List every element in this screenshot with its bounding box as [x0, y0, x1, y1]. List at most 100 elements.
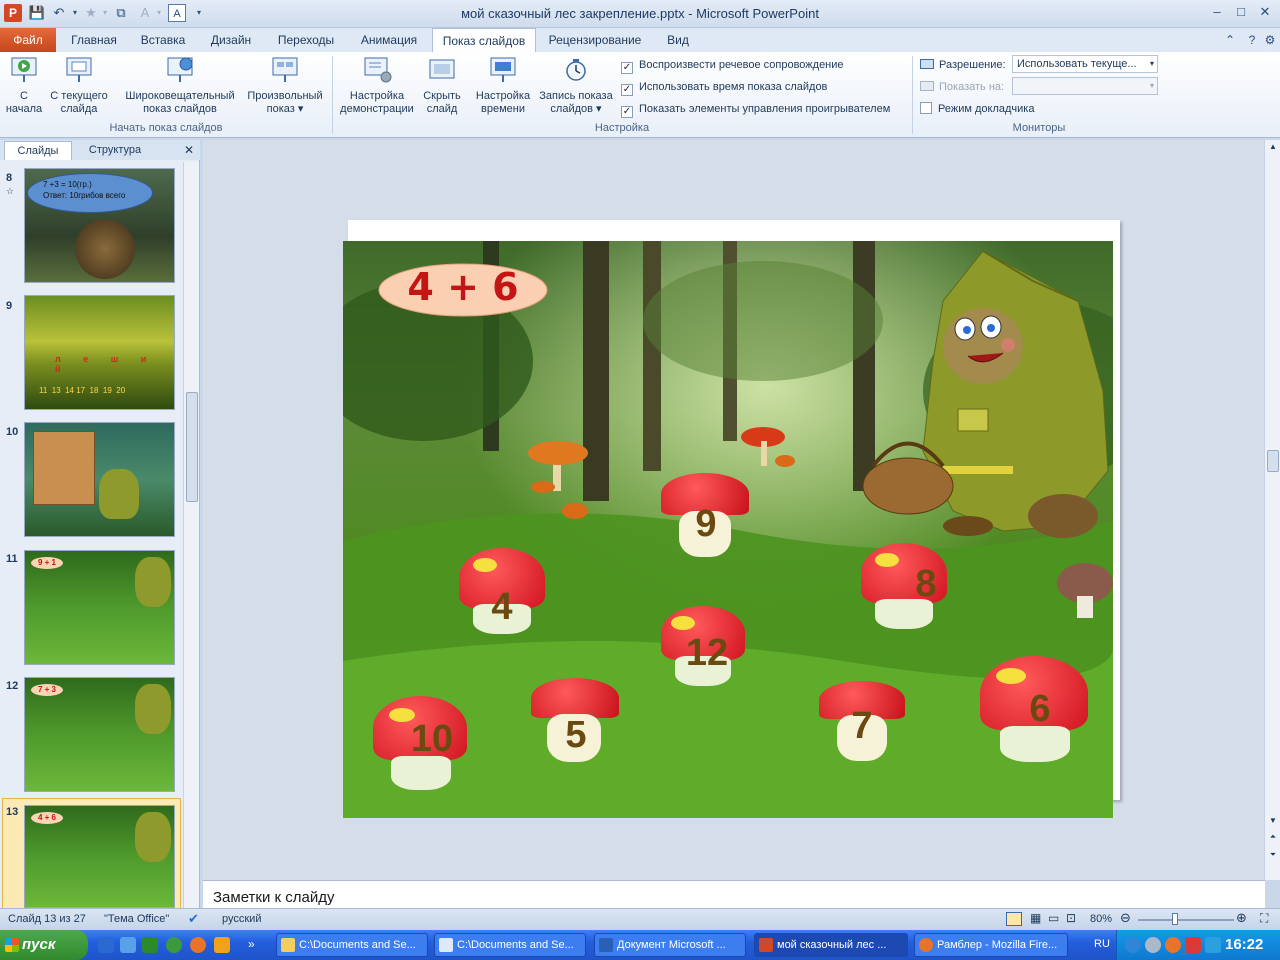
- clock[interactable]: 16:22: [1225, 936, 1263, 953]
- slide-thumbnail-9[interactable]: л е ш и й 11 13 14 17 18 19 20: [24, 295, 175, 410]
- hide-slide-button[interactable]: Скрыть слайд: [418, 54, 466, 116]
- mushroom-8[interactable]: 8: [861, 543, 951, 633]
- tree-app-icon[interactable]: [142, 937, 158, 953]
- language-indicator[interactable]: RU: [1094, 938, 1110, 950]
- tab-slides[interactable]: Слайды: [4, 141, 72, 160]
- presenter-view-label: Режим докладчика: [938, 103, 1035, 115]
- tab-outline[interactable]: Структура: [76, 141, 154, 160]
- slide-number: 13: [6, 806, 19, 818]
- taskbar-app-word[interactable]: Документ Microsoft ...: [594, 933, 746, 957]
- slide-thumbnail-8[interactable]: 7 +3 = 10(гр.) Ответ: 10грибов всего: [24, 168, 175, 283]
- slide-thumbnail-11[interactable]: 9 + 1: [24, 550, 175, 665]
- zoom-in-icon[interactable]: ⊕: [1236, 910, 1247, 926]
- tray-icon[interactable]: [1145, 937, 1161, 953]
- slide-canvas[interactable]: 4 + 6 9 4 8 12 10 5 7 6: [343, 241, 1113, 818]
- taskbar-app-explorer-2[interactable]: C:\Documents and Se...: [434, 933, 586, 957]
- tab-animation[interactable]: Анимация: [350, 28, 428, 52]
- tab-design[interactable]: Дизайн: [200, 28, 262, 52]
- start-button[interactable]: пуск: [0, 930, 88, 960]
- language[interactable]: русский: [222, 913, 261, 925]
- custom-show-button[interactable]: Произвольный показ ▾: [242, 54, 328, 116]
- minimize-ribbon-icon[interactable]: ⌃: [1222, 32, 1238, 48]
- mushroom-9[interactable]: 9: [661, 473, 751, 561]
- slide-scrollbar[interactable]: ▲ ▼ ⏶ ⏷: [1264, 140, 1280, 880]
- desktop-icon[interactable]: [98, 937, 114, 953]
- tab-home[interactable]: Главная: [62, 28, 126, 52]
- theme-name[interactable]: "Тема Office": [104, 913, 169, 925]
- broadcast-button[interactable]: Широковещательный показ слайдов: [120, 54, 240, 116]
- chevron-down-icon: ▾: [1149, 81, 1154, 90]
- animation-star-icon: ☆: [6, 186, 15, 196]
- fit-to-window-icon[interactable]: ⛶: [1260, 911, 1268, 926]
- from-current-button[interactable]: С текущего слайда: [46, 54, 112, 116]
- panel-tabs: Слайды Структура ✕: [0, 140, 200, 160]
- timings-checkbox[interactable]: ✓ Использовать время показа слайдов: [621, 80, 827, 96]
- tray-icon[interactable]: [1165, 937, 1181, 953]
- prev-slide-icon[interactable]: ⏶: [1266, 832, 1280, 846]
- mushroom-5[interactable]: 5: [531, 678, 631, 768]
- setup-show-button[interactable]: Настройка демонстрации: [338, 54, 416, 116]
- next-slide-icon[interactable]: ⏷: [1266, 850, 1280, 864]
- tree-trunk: [643, 241, 661, 471]
- tab-insert[interactable]: Вставка: [132, 28, 194, 52]
- zoom-slider-thumb[interactable]: [1172, 913, 1178, 925]
- help-icon[interactable]: ?: [1244, 32, 1260, 48]
- slide-thumbnail-10[interactable]: [24, 422, 175, 537]
- slide-thumbnail-12[interactable]: 7 + 3: [24, 677, 175, 792]
- slide-thumbnail-13[interactable]: 4 + 6: [24, 805, 175, 908]
- scroll-thumb[interactable]: [186, 392, 198, 502]
- tab-view[interactable]: Вид: [656, 28, 700, 52]
- minimize-button[interactable]: –: [1205, 3, 1229, 21]
- tray-icon[interactable]: [1125, 937, 1141, 953]
- reading-view-icon[interactable]: ▭: [1048, 911, 1059, 925]
- thumb-text-2: Ответ: 10грибов всего: [43, 191, 126, 200]
- scroll-up-icon[interactable]: ▲: [1266, 142, 1280, 154]
- show-on-dropdown[interactable]: ▾: [1012, 77, 1158, 95]
- media-controls-checkbox[interactable]: ✓ Показать элементы управления проигрыват…: [621, 102, 890, 118]
- tab-review[interactable]: Рецензирование: [540, 28, 650, 52]
- taskbar-app-explorer-1[interactable]: C:\Documents and Se...: [276, 933, 428, 957]
- taskbar-app-powerpoint[interactable]: мой сказочный лес ...: [754, 933, 908, 957]
- firefox-icon: [919, 938, 933, 952]
- flag-icon[interactable]: [1185, 937, 1201, 953]
- notes-pane[interactable]: Заметки к слайду: [203, 880, 1265, 908]
- utorrent-icon[interactable]: [166, 937, 182, 953]
- mushroom-4[interactable]: 4: [459, 548, 549, 638]
- scroll-thumb[interactable]: [1267, 450, 1279, 472]
- slideshow-view-icon[interactable]: ⊡: [1066, 911, 1076, 925]
- record-show-button[interactable]: Запись показа слайдов ▾: [536, 54, 616, 116]
- panel-scrollbar[interactable]: [183, 162, 199, 908]
- narration-checkbox[interactable]: ✓ Воспроизвести речевое сопровождение: [621, 58, 844, 74]
- settings-icon[interactable]: ⚙: [1262, 32, 1278, 48]
- mushroom-7[interactable]: 7: [819, 681, 919, 767]
- close-panel-icon[interactable]: ✕: [180, 141, 198, 160]
- mushroom-10[interactable]: 10: [373, 696, 469, 792]
- zoom-out-icon[interactable]: ⊖: [1120, 910, 1131, 926]
- zoom-slider[interactable]: [1138, 919, 1234, 921]
- rehearse-timings-button[interactable]: Настройка времени: [472, 54, 534, 116]
- office-icon[interactable]: [214, 937, 230, 953]
- close-button[interactable]: ✕: [1253, 3, 1277, 21]
- mushroom-number: 12: [685, 632, 729, 674]
- maximize-button[interactable]: □: [1229, 3, 1253, 21]
- mushroom-12[interactable]: 12: [661, 606, 751, 690]
- more-quicklaunch-icon[interactable]: »: [248, 937, 264, 953]
- zoom-level[interactable]: 80%: [1090, 913, 1112, 925]
- record-show-icon: [566, 59, 586, 81]
- tab-transitions[interactable]: Переходы: [268, 28, 344, 52]
- presenter-view-checkbox[interactable]: Режим докладчика: [920, 102, 1034, 118]
- firefox-icon[interactable]: [190, 937, 206, 953]
- network-icon[interactable]: [120, 937, 136, 953]
- taskbar-app-firefox[interactable]: Рамблер - Mozilla Fire...: [914, 933, 1068, 957]
- tab-file[interactable]: Файл: [0, 28, 56, 52]
- resolution-dropdown[interactable]: Использовать текуще... ▾: [1012, 55, 1158, 73]
- mushroom-spot: [996, 668, 1026, 684]
- normal-view-icon[interactable]: [1006, 912, 1022, 926]
- scroll-down-icon[interactable]: ▼: [1266, 816, 1280, 828]
- spellcheck-icon[interactable]: ✔: [188, 911, 199, 927]
- slide-sorter-icon[interactable]: ▦: [1030, 911, 1041, 925]
- volume-icon[interactable]: [1205, 937, 1221, 953]
- tab-slideshow[interactable]: Показ слайдов: [432, 28, 536, 53]
- mushroom-6[interactable]: 6: [980, 656, 1090, 766]
- from-start-button[interactable]: С начала: [4, 54, 44, 116]
